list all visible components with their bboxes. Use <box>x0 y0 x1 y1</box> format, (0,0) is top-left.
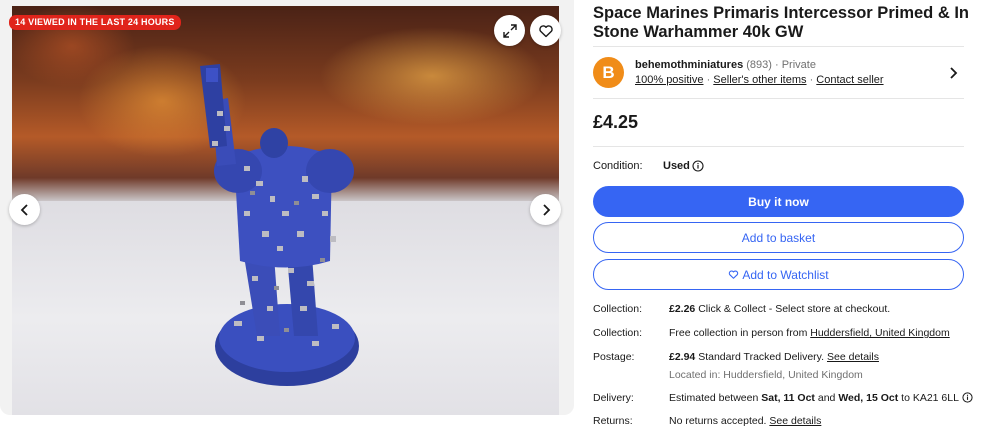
product-photo[interactable] <box>12 6 559 415</box>
chevron-right-icon[interactable] <box>948 66 960 80</box>
delivery-date-end: Wed, 15 Oct <box>838 392 899 404</box>
delivery-prefix: Estimated between <box>669 392 759 404</box>
free-collection-value: Free collection in person from Huddersfi… <box>669 327 950 339</box>
separator: · <box>706 74 711 86</box>
add-to-basket-button[interactable]: Add to basket <box>593 222 964 253</box>
image-gallery: 14 VIEWED IN THE LAST 24 HOURS <box>0 0 574 415</box>
info-icon[interactable] <box>692 160 704 172</box>
located-in-text: Located in: Huddersfield, United Kingdom <box>669 369 863 381</box>
listing-title: Space Marines Primaris Intercessor Prime… <box>593 4 969 41</box>
separator: · <box>809 74 814 86</box>
chevron-left-icon <box>20 203 28 216</box>
add-to-watchlist-button[interactable]: Add to Watchlist <box>593 259 964 290</box>
seller-card[interactable]: B behemothminiatures (893) · Private 100… <box>593 57 964 90</box>
collection-location-link[interactable]: Huddersfield, United Kingdom <box>810 327 950 339</box>
seller-feedback-count: (893) <box>746 59 772 71</box>
miniature-figure <box>200 64 359 386</box>
heart-icon <box>729 270 739 279</box>
delivery-suffix: to KA21 6LL <box>901 392 959 404</box>
collection-text: Click & Collect - Select store at checko… <box>698 303 891 315</box>
expand-icon <box>502 23 517 38</box>
contact-seller-link[interactable]: Contact seller <box>816 74 883 86</box>
price: £4.25 <box>593 112 639 132</box>
delivery-date-start: Sat, 11 Oct <box>761 392 815 404</box>
heart-icon <box>538 24 553 37</box>
collection-label: Collection: <box>593 327 643 339</box>
divider <box>593 46 964 47</box>
postage-value: £2.94 Standard Tracked Delivery. See det… <box>669 351 879 363</box>
postage-label: Postage: <box>593 351 635 363</box>
returns-value: No returns accepted. See details <box>669 415 821 427</box>
seller-avatar: B <box>593 57 624 88</box>
divider <box>593 146 964 147</box>
condition-value: Used <box>663 160 690 172</box>
collection-label: Collection: <box>593 303 643 315</box>
next-image-button[interactable] <box>530 194 561 225</box>
collection-value: £2.26 Click & Collect - Select store at … <box>669 303 890 315</box>
delivery-and: and <box>817 392 836 404</box>
buy-it-now-button[interactable]: Buy it now <box>593 186 964 217</box>
seller-account-type: · Private <box>775 59 816 71</box>
chevron-right-icon <box>542 203 550 216</box>
expand-button[interactable] <box>494 15 525 46</box>
condition-label: Condition: <box>593 160 643 172</box>
seller-name[interactable]: behemothminiatures <box>635 59 743 71</box>
divider <box>593 98 964 99</box>
postage-amount: £2.94 <box>669 351 696 363</box>
viewed-badge: 14 VIEWED IN THE LAST 24 HOURS <box>9 15 181 30</box>
postage-text: Standard Tracked Delivery. <box>698 351 825 363</box>
delivery-value: Estimated between Sat, 11 Oct and Wed, 1… <box>669 392 973 404</box>
info-icon[interactable] <box>961 392 973 403</box>
collection-amount: £2.26 <box>669 303 696 315</box>
postage-see-details-link[interactable]: See details <box>827 351 879 363</box>
free-collection-text: Free collection in person from <box>669 327 808 339</box>
add-to-watchlist-label: Add to Watchlist <box>742 267 829 282</box>
returns-label: Returns: <box>593 415 633 427</box>
watch-heart-button[interactable] <box>530 15 561 46</box>
seller-links: 100% positive · Seller's other items · C… <box>635 74 884 86</box>
returns-text: No returns accepted. <box>669 415 767 427</box>
seller-name-line: behemothminiatures (893) · Private <box>635 59 816 71</box>
previous-image-button[interactable] <box>9 194 40 225</box>
positive-feedback-link[interactable]: 100% positive <box>635 74 704 86</box>
seller-other-items-link[interactable]: Seller's other items <box>713 74 806 86</box>
delivery-label: Delivery: <box>593 392 634 404</box>
returns-see-details-link[interactable]: See details <box>769 415 821 427</box>
